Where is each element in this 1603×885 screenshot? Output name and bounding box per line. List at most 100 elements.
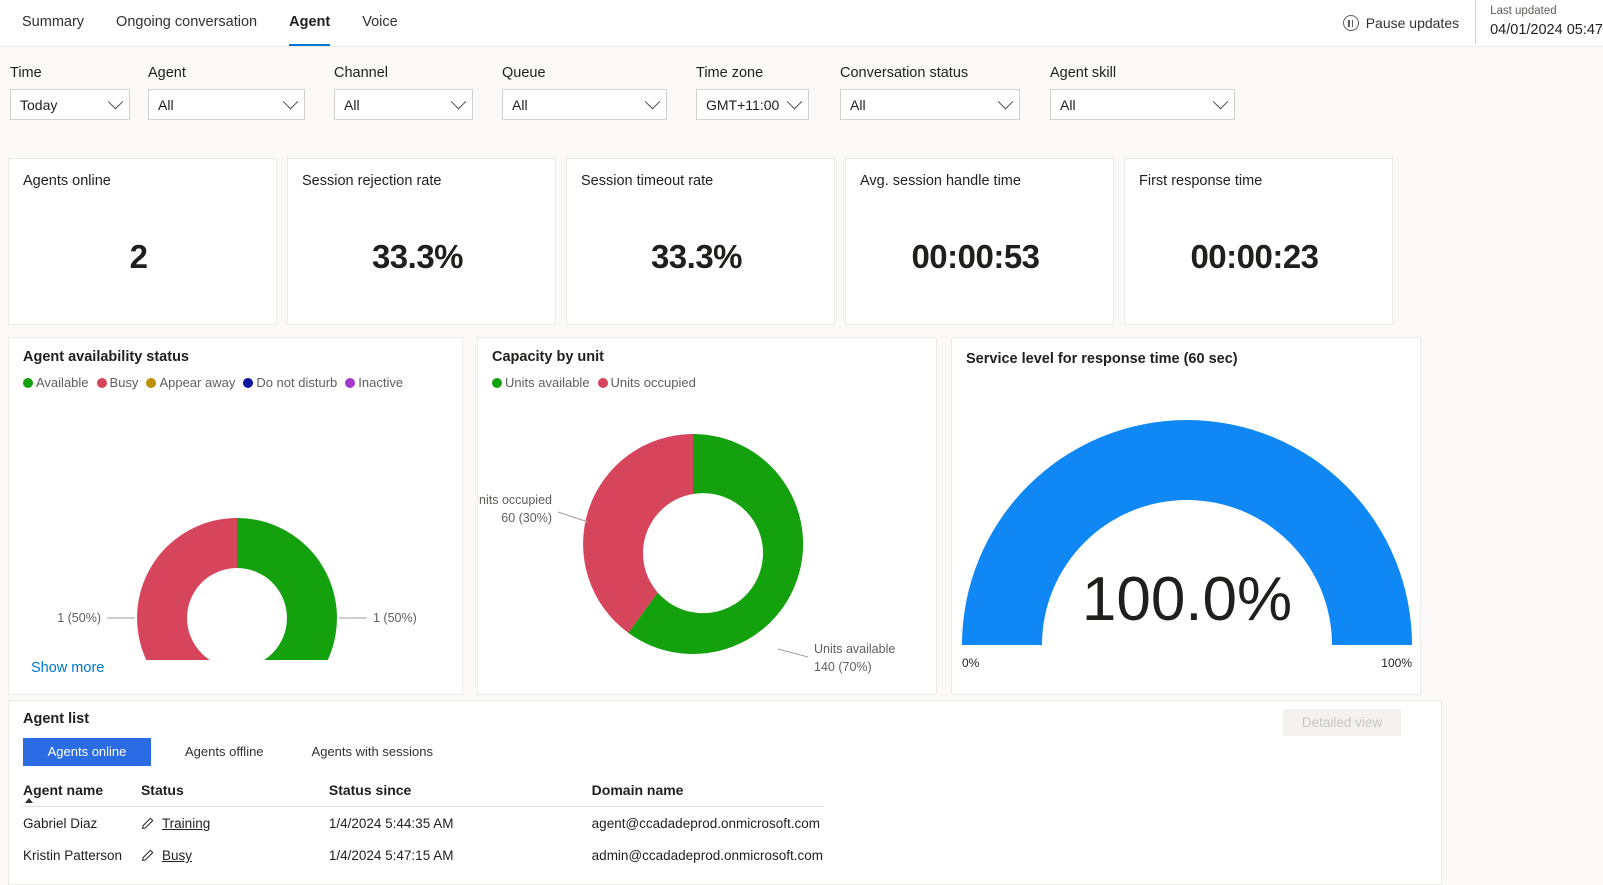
filter-timezone-select[interactable]: GMT+11:00 xyxy=(696,89,809,120)
kpi-card-avg-session-handle-time: Avg. session handle time 00:00:53 xyxy=(845,158,1114,325)
cell-status-since: 1/4/2024 5:44:35 AM xyxy=(328,816,454,831)
legend-swatch-icon xyxy=(146,377,157,388)
column-header-label: Agent name xyxy=(23,782,104,798)
pause-updates-button[interactable]: Pause updates xyxy=(1342,15,1475,31)
filter-time-value: Today xyxy=(20,96,58,113)
legend-label: Busy xyxy=(109,375,139,390)
gauge-max-label: 100% xyxy=(1381,656,1412,670)
kpi-card-row: Agents online 2 Session rejection rate 3… xyxy=(8,158,1393,325)
pill-agents-online[interactable]: Agents online xyxy=(23,738,151,766)
filter-queue-label: Queue xyxy=(502,65,546,81)
tab-voice[interactable]: Voice xyxy=(346,0,413,46)
legend-item-busy: Busy xyxy=(96,375,139,390)
capacity-legend: Units available Units occupied xyxy=(492,375,936,390)
chevron-down-icon xyxy=(997,93,1014,110)
legend-label: Inactive xyxy=(358,375,404,390)
filter-agent-skill-label: Agent skill xyxy=(1050,65,1117,81)
top-tab-bar: Summary Ongoing conversation Agent Voice… xyxy=(0,0,1603,47)
last-updated-label: Last updated xyxy=(1490,5,1557,17)
donut-slice-busy[interactable] xyxy=(137,518,237,660)
legend-label: Units available xyxy=(505,375,590,390)
legend-item-available: Available xyxy=(23,375,89,390)
chevron-down-icon xyxy=(644,93,661,110)
agent-table-head: Agent name Status Status since Domain na… xyxy=(23,780,823,807)
legend-label: Appear away xyxy=(159,375,236,390)
cell-domain-name: admin@ccadadeprod.onmicrosoft.com xyxy=(591,848,823,863)
filter-time-select[interactable]: Today xyxy=(10,89,130,120)
legend-label: Do not disturb xyxy=(256,375,338,390)
filter-agent-skill: Agent skill All xyxy=(1050,65,1240,120)
last-updated-value: 04/01/2024 05:47 xyxy=(1490,22,1603,38)
capacity-label-occupied-value: 60 (30%) xyxy=(501,511,552,525)
pill-agents-offline[interactable]: Agents offline xyxy=(171,738,278,766)
tab-agent[interactable]: Agent xyxy=(273,0,346,46)
last-updated: Last updated 04/01/2024 05:47 xyxy=(1475,0,1603,44)
filter-queue-select[interactable]: All xyxy=(502,89,667,120)
kpi-title: Agents online xyxy=(23,173,111,189)
donut-slice-available[interactable] xyxy=(237,518,337,660)
filter-conversation-status-select[interactable]: All xyxy=(840,89,1020,120)
capacity-label-available-value: 140 (70%) xyxy=(814,660,872,674)
legend-swatch-icon xyxy=(243,377,254,388)
legend-swatch-icon xyxy=(492,377,502,388)
pencil-icon[interactable] xyxy=(141,817,154,830)
pill-agents-with-sessions[interactable]: Agents with sessions xyxy=(298,738,447,766)
filter-agent-label: Agent xyxy=(148,65,186,81)
column-header-agent-name[interactable]: Agent name xyxy=(23,780,141,807)
filter-agent-skill-select[interactable]: All xyxy=(1050,89,1235,120)
column-header-status-since[interactable]: Status since xyxy=(328,780,592,807)
detailed-view-button[interactable]: Detailed view xyxy=(1283,709,1401,736)
cell-status: Training xyxy=(141,807,329,840)
kpi-card-agents-online: Agents online 2 xyxy=(8,158,277,325)
agent-list-panel: Agent list Detailed view Agents online A… xyxy=(8,700,1442,885)
leader-line-occupied xyxy=(557,511,589,523)
show-more-link[interactable]: Show more xyxy=(31,660,104,676)
capacity-label-available-name: Units available xyxy=(814,642,895,656)
kpi-card-first-response-time: First response time 00:00:23 xyxy=(1124,158,1393,325)
gauge-value: 100.0% xyxy=(1082,565,1292,634)
chevron-down-icon xyxy=(786,93,803,110)
status-edit-group: Busy xyxy=(141,848,329,863)
cell-agent-name: Gabriel Diaz xyxy=(23,816,98,831)
table-header-row: Agent name Status Status since Domain na… xyxy=(23,780,823,807)
tab-list: Summary Ongoing conversation Agent Voice xyxy=(0,0,414,46)
legend-item-inactive: Inactive xyxy=(345,375,403,390)
legend-swatch-icon xyxy=(23,377,33,388)
legend-swatch-icon xyxy=(96,377,107,388)
legend-swatch-icon xyxy=(345,377,356,388)
filter-agent-select[interactable]: All xyxy=(148,89,305,120)
column-header-domain-name[interactable]: Domain name xyxy=(591,780,823,807)
kpi-title: Avg. session handle time xyxy=(860,173,1021,189)
capacity-label-occupied-name: Units occupied xyxy=(478,493,552,507)
kpi-value: 33.3% xyxy=(650,237,743,275)
cell-status: Busy xyxy=(141,839,329,871)
service-level-gauge-chart: 100.0% 0% 100% xyxy=(962,420,1412,670)
card-title: Service level for response time (60 sec) xyxy=(966,351,1238,367)
filter-channel-value: All xyxy=(344,96,360,113)
agent-table: Agent name Status Status since Domain na… xyxy=(23,780,823,871)
tab-summary[interactable]: Summary xyxy=(6,0,100,46)
table-row[interactable]: Gabriel Diaz Training 1/4/2024 5:44:35 A… xyxy=(23,807,823,840)
capacity-donut-chart: Units occupied 60 (30%) Units available … xyxy=(478,433,895,674)
column-header-status[interactable]: Status xyxy=(140,780,329,807)
sort-ascending-icon xyxy=(25,798,33,803)
filter-channel: Channel All xyxy=(334,65,496,120)
legend-item-do-not-disturb: Do not disturb xyxy=(243,375,337,390)
status-value-link[interactable]: Busy xyxy=(162,848,192,863)
donut-slice-units-occupied[interactable] xyxy=(583,434,693,633)
tab-ongoing-conversation[interactable]: Ongoing conversation xyxy=(100,0,273,46)
legend-label: Available xyxy=(36,375,89,390)
pencil-icon[interactable] xyxy=(141,849,154,862)
filter-timezone: Time zone GMT+11:00 xyxy=(696,65,834,120)
status-value-link[interactable]: Training xyxy=(162,816,210,831)
filter-agent: Agent All xyxy=(148,65,328,120)
chevron-down-icon xyxy=(107,93,124,110)
availability-donut-chart: 1 (50%) 1 (50%) xyxy=(57,518,417,660)
table-row[interactable]: Kristin Patterson Busy 1/4/2024 5:47:15 … xyxy=(23,839,823,871)
filter-channel-label: Channel xyxy=(334,65,389,81)
filter-channel-select[interactable]: All xyxy=(334,89,473,120)
availability-legend: Available Busy Appear away Do not distur… xyxy=(23,375,462,390)
kpi-card-session-timeout-rate: Session timeout rate 33.3% xyxy=(566,158,835,325)
agent-table-body: Gabriel Diaz Training 1/4/2024 5:44:35 A… xyxy=(23,807,823,872)
chevron-down-icon xyxy=(282,93,299,110)
